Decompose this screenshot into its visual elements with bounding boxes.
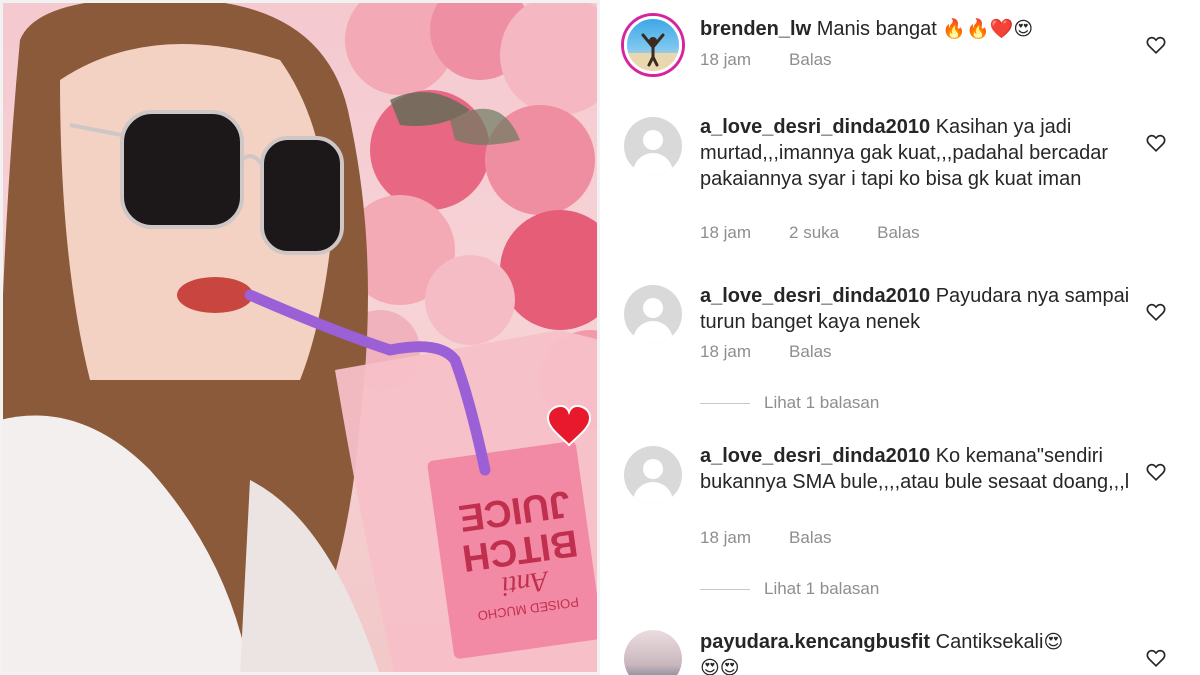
reply-button[interactable]: Balas [789,50,832,70]
view-replies-button[interactable]: Lihat 1 balasan [700,579,879,599]
comment-time[interactable]: 18 jam [700,528,751,548]
default-avatar-body [633,482,673,504]
comment-text: a_love_desri_dinda2010 Kasihan ya jadi m… [700,114,1140,192]
comment-username[interactable]: payudara.kencangbusfit [700,631,930,653]
likes-count[interactable]: 2 suka [789,223,839,243]
comment-emojis: 🔥🔥❤️😍 [942,18,1034,40]
comment-username[interactable]: brenden_lw [700,18,811,40]
view-replies-label: Lihat 1 balasan [764,579,880,598]
comment-meta: 18 jam Balas [700,50,870,70]
comment-username[interactable]: a_love_desri_dinda2010 [700,116,930,138]
view-replies-button[interactable]: Lihat 1 balasan [700,393,879,413]
reply-button[interactable]: Balas [789,342,832,362]
avatar[interactable] [624,285,682,343]
story-avatar-icon [627,33,679,71]
reply-button[interactable]: Balas [877,223,920,243]
comment-text: a_love_desri_dinda2010 Ko kemana"sendiri… [700,443,1140,495]
replies-divider [700,588,750,590]
default-avatar-icon [643,459,663,479]
comment-username[interactable]: a_love_desri_dinda2010 [700,285,930,307]
heart-outline-icon[interactable] [1145,461,1167,483]
replies-divider [700,402,750,404]
default-avatar-body [633,153,673,175]
avatar[interactable] [624,16,682,74]
avatar[interactable] [624,446,682,504]
comment-time[interactable]: 18 jam [700,223,751,243]
default-avatar-icon [643,298,663,318]
photo-illustration: POISED MUCHO Anti BITCH JUICE [0,0,600,675]
lips [177,277,253,313]
comment-meta: 18 jam Balas [700,528,870,548]
avatar[interactable] [624,630,682,675]
post-photo: POISED MUCHO Anti BITCH JUICE [0,0,600,675]
comment-text: a_love_desri_dinda2010 Payudara nya samp… [700,283,1140,335]
heart-outline-icon[interactable] [1145,647,1167,669]
comment-text: payudara.kencangbusfit Cantiksekali😍 😍😍 [700,629,1140,675]
comment-meta: 18 jam Balas [700,342,870,362]
comment-time[interactable]: 18 jam [700,50,751,70]
comment-body: Cantiksekali [935,631,1044,653]
view-replies-label: Lihat 1 balasan [764,393,880,412]
heart-outline-icon[interactable] [1145,34,1167,56]
comment-time[interactable]: 18 jam [700,342,751,362]
comment-text: brenden_lw Manis bangat 🔥🔥❤️😍 [700,16,1140,42]
heart-outline-icon[interactable] [1145,132,1167,154]
comment-username[interactable]: a_love_desri_dinda2010 [700,445,930,467]
default-avatar-body [633,321,673,343]
avatar[interactable] [624,117,682,175]
comment-meta: 18 jam 2 suka Balas [700,223,958,243]
comment-body: Manis bangat [816,18,937,40]
comments-panel: brenden_lw Manis bangat 🔥🔥❤️😍 18 jam Bal… [600,0,1200,675]
default-avatar-icon [643,130,663,150]
reply-button[interactable]: Balas [789,528,832,548]
heart-outline-icon[interactable] [1145,301,1167,323]
comment-emojis-line2: 😍😍 [700,657,740,675]
comment-emojis: 😍 [1043,631,1064,653]
